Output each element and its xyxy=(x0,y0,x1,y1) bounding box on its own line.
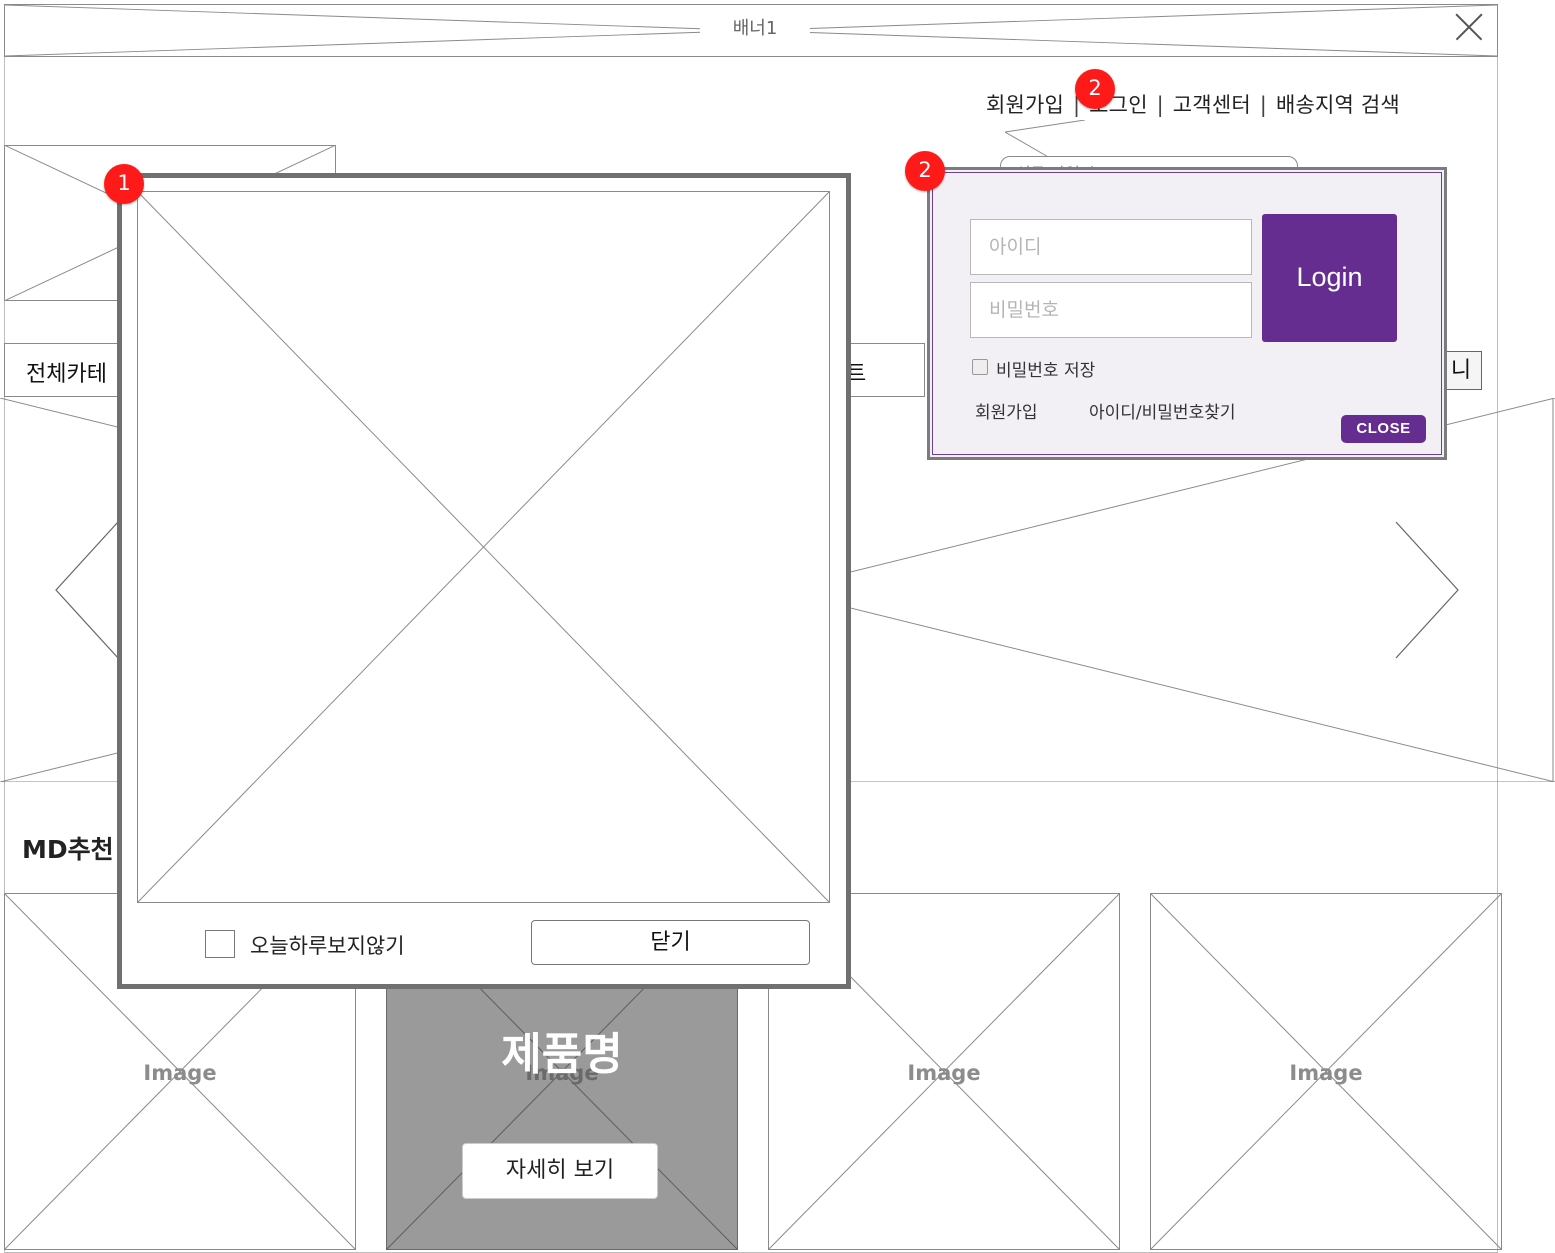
id-input[interactable]: 아이디 xyxy=(970,219,1252,275)
annotation-badge: 1 xyxy=(104,164,144,204)
separator: | xyxy=(1156,93,1164,117)
view-detail-button[interactable]: 자세히 보기 xyxy=(462,1143,658,1199)
all-category-button[interactable]: 전체카테 xyxy=(26,356,107,388)
chevron-right-icon[interactable] xyxy=(1392,520,1462,660)
login-close-button[interactable]: CLOSE xyxy=(1341,415,1426,443)
popup-image-placeholder[interactable] xyxy=(137,191,830,903)
close-icon[interactable] xyxy=(1455,13,1483,41)
dont-show-today-checkbox[interactable] xyxy=(205,930,235,958)
image-placeholder-label: Image xyxy=(143,1061,217,1085)
signup-link[interactable]: 회원가입 xyxy=(975,398,1038,423)
annotation-badge: 2 xyxy=(1075,69,1115,109)
delivery-search-link[interactable]: 배송지역 검색 xyxy=(1276,93,1400,117)
signup-link[interactable]: 회원가입 xyxy=(986,93,1064,117)
save-password-label[interactable]: 비밀번호 저장 xyxy=(996,356,1095,381)
customer-center-link[interactable]: 고객센터 xyxy=(1173,93,1251,117)
image-placeholder-label: Image xyxy=(907,1061,981,1085)
separator: | xyxy=(1259,93,1268,117)
annotation-badge: 2 xyxy=(905,151,945,191)
find-account-link[interactable]: 아이디/비밀번호찾기 xyxy=(1089,398,1236,423)
image-placeholder-label: Image xyxy=(1289,1061,1363,1085)
utility-nav: 회원가입 | 로그인 | 고객센터 | 배송지역 검색 xyxy=(986,89,1400,119)
login-button[interactable]: Login xyxy=(1262,214,1397,342)
dont-show-today-label[interactable]: 오늘하루보지않기 xyxy=(250,930,405,960)
popup-close-button[interactable]: 닫기 xyxy=(531,920,810,965)
save-password-checkbox[interactable] xyxy=(972,359,988,375)
product-card[interactable]: Image xyxy=(1150,893,1502,1250)
password-input[interactable]: 비밀번호 xyxy=(970,282,1252,338)
banner-label: 배너1 xyxy=(700,18,810,40)
md-section-title: MD추천 xyxy=(22,835,114,864)
chevron-left-icon[interactable] xyxy=(52,520,122,660)
product-name: 제품명 xyxy=(501,1029,623,1080)
